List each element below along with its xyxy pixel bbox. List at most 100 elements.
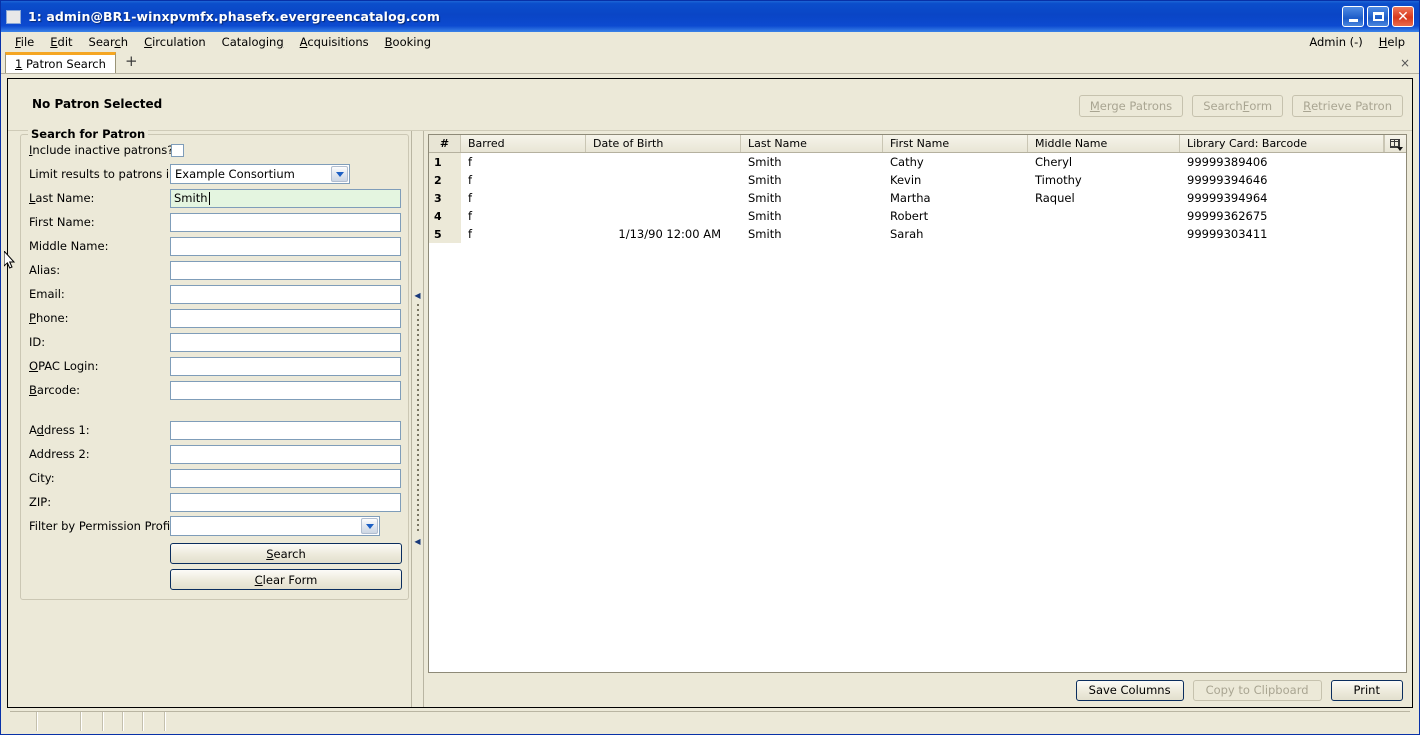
results-footer: Save Columns Copy to Clipboard Print [428, 673, 1407, 707]
menu-circulation[interactable]: Circulation [136, 33, 214, 51]
splitter-grip[interactable] [416, 304, 419, 534]
retrieve-patron-button[interactable]: Retrieve Patron [1292, 95, 1403, 117]
col-header-first-name[interactable]: First Name [883, 135, 1028, 152]
address-2-input[interactable] [170, 444, 401, 464]
cell-number: 4 [429, 207, 461, 225]
limit-results-value: Example Consortium [175, 167, 295, 181]
cell-barcode: 99999362675 [1187, 209, 1268, 223]
save-columns-button[interactable]: Save Columns [1075, 679, 1184, 701]
close-button[interactable]: ✕ [1392, 6, 1414, 27]
results-pane: # Barred Date of Birth Last Name First N… [424, 131, 1412, 707]
close-tab-icon[interactable]: × [1400, 56, 1410, 70]
limit-results-select[interactable]: Example Consortium [170, 164, 350, 184]
minimize-button[interactable] [1342, 6, 1364, 27]
search-for-patron-group: Search for Patron Include inactive patro… [20, 127, 409, 600]
cell-first-name: Kevin [890, 173, 922, 187]
menu-help[interactable]: Help [1371, 33, 1413, 51]
menu-acquisitions[interactable]: Acquisitions [292, 33, 377, 51]
chevron-down-icon [331, 166, 348, 182]
opac-login-input[interactable] [170, 356, 401, 376]
copy-to-clipboard-button[interactable]: Copy to Clipboard [1192, 679, 1322, 701]
cell-last-name: Smith [748, 155, 782, 169]
field-row-phone: Phone: [28, 306, 401, 330]
col-header-dob[interactable]: Date of Birth [586, 135, 741, 152]
cell-last-name: Smith [748, 227, 782, 241]
title-bar[interactable]: 1: admin@BR1-winxpvmfx.phasefx.evergreen… [1, 1, 1419, 32]
col-header-last-name[interactable]: Last Name [741, 135, 883, 152]
new-tab-button[interactable]: + [118, 54, 145, 71]
include-inactive-checkbox[interactable] [171, 143, 184, 157]
table-body: 1 f Smith Cathy Cheryl 99999389406 2 f S… [429, 153, 1406, 672]
pane-splitter[interactable]: ◀ ◀ [411, 131, 424, 707]
cell-barred: f [468, 191, 473, 205]
field-row-zip: ZIP: [28, 490, 401, 514]
close-icon: ✕ [1397, 8, 1409, 25]
email-label: Email: [29, 287, 65, 301]
col-header-middle-name[interactable]: Middle Name [1028, 135, 1180, 152]
cell-last-name: Smith [748, 209, 782, 223]
search-form-button[interactable]: Search Form [1192, 95, 1284, 117]
collapse-right-icon[interactable]: ◀ [414, 538, 420, 546]
maximize-button[interactable] [1367, 6, 1389, 27]
table-row[interactable]: 2 f Smith Kevin Timothy 99999394646 [429, 171, 1406, 189]
city-input[interactable] [170, 468, 401, 488]
patron-status-label: No Patron Selected [32, 97, 163, 111]
search-button[interactable]: Search [170, 543, 402, 564]
menu-booking[interactable]: Booking [377, 33, 439, 51]
cell-middle-name: Raquel [1035, 191, 1075, 205]
cell-barred: f [468, 209, 473, 223]
window-controls: ✕ [1342, 6, 1414, 27]
table-row[interactable]: 1 f Smith Cathy Cheryl 99999389406 [429, 153, 1406, 171]
middle-name-input[interactable] [170, 236, 401, 256]
print-button[interactable]: Print [1330, 679, 1403, 701]
address-2-label: Address 2: [29, 447, 90, 461]
permission-profile-select[interactable] [170, 516, 380, 536]
status-cell [10, 712, 38, 731]
last-name-input[interactable]: Smith [170, 188, 401, 208]
alias-input[interactable] [170, 260, 401, 280]
column-picker-icon[interactable] [1384, 135, 1406, 152]
cell-number: 1 [429, 153, 461, 171]
cell-middle-name: Timothy [1035, 173, 1082, 187]
menu-file[interactable]: File [7, 33, 42, 51]
search-pane: Search for Patron Include inactive patro… [8, 127, 411, 707]
cell-barcode: 99999389406 [1187, 155, 1268, 169]
address-1-input[interactable] [170, 420, 401, 440]
barcode-label: Barcode: [29, 383, 81, 397]
tab-label: Patron Search [25, 57, 106, 71]
col-header-barred[interactable]: Barred [461, 135, 586, 152]
menu-admin[interactable]: Admin (-) [1301, 33, 1370, 51]
zip-label: ZIP: [29, 495, 52, 509]
status-cell [38, 712, 82, 731]
cell-middle-name [1028, 207, 1180, 225]
text-caret [208, 191, 210, 205]
merge-patrons-button[interactable]: Merge Patrons [1078, 95, 1184, 117]
col-header-barcode[interactable]: Library Card: Barcode [1180, 135, 1384, 152]
table-row[interactable]: 3 f Smith Martha Raquel 99999394964 [429, 189, 1406, 207]
field-row-address-1: Address 1: [28, 418, 401, 442]
zip-input[interactable] [170, 492, 401, 512]
status-cell [166, 712, 1410, 731]
search-group-legend: Search for Patron [28, 127, 149, 141]
email-input[interactable] [170, 284, 401, 304]
menu-edit[interactable]: Edit [42, 33, 80, 51]
collapse-left-icon[interactable]: ◀ [414, 292, 420, 300]
split-container: Search for Patron Include inactive patro… [8, 127, 1412, 707]
table-row[interactable]: 4 f Smith Robert 99999362675 [429, 207, 1406, 225]
menu-search[interactable]: Search [81, 33, 137, 51]
barcode-input[interactable] [170, 380, 401, 400]
status-cell [144, 712, 166, 731]
phone-input[interactable] [170, 308, 401, 328]
results-table: # Barred Date of Birth Last Name First N… [428, 134, 1407, 673]
table-row[interactable]: 5 f 1/13/90 12:00 AM Smith Sarah 9999930… [429, 225, 1406, 243]
phone-label: Phone: [29, 311, 69, 325]
col-header-number[interactable]: # [429, 135, 461, 152]
clear-form-button[interactable]: Clear Form [170, 569, 402, 590]
id-input[interactable] [170, 332, 401, 352]
field-row-id: ID: [28, 330, 401, 354]
last-name-value: Smith [174, 191, 208, 205]
menu-cataloging[interactable]: Cataloging [214, 33, 292, 51]
first-name-input[interactable] [170, 212, 401, 232]
tab-patron-search[interactable]: 1 Patron Search [5, 52, 116, 73]
field-row-last-name: Last Name: Smith [28, 186, 401, 210]
